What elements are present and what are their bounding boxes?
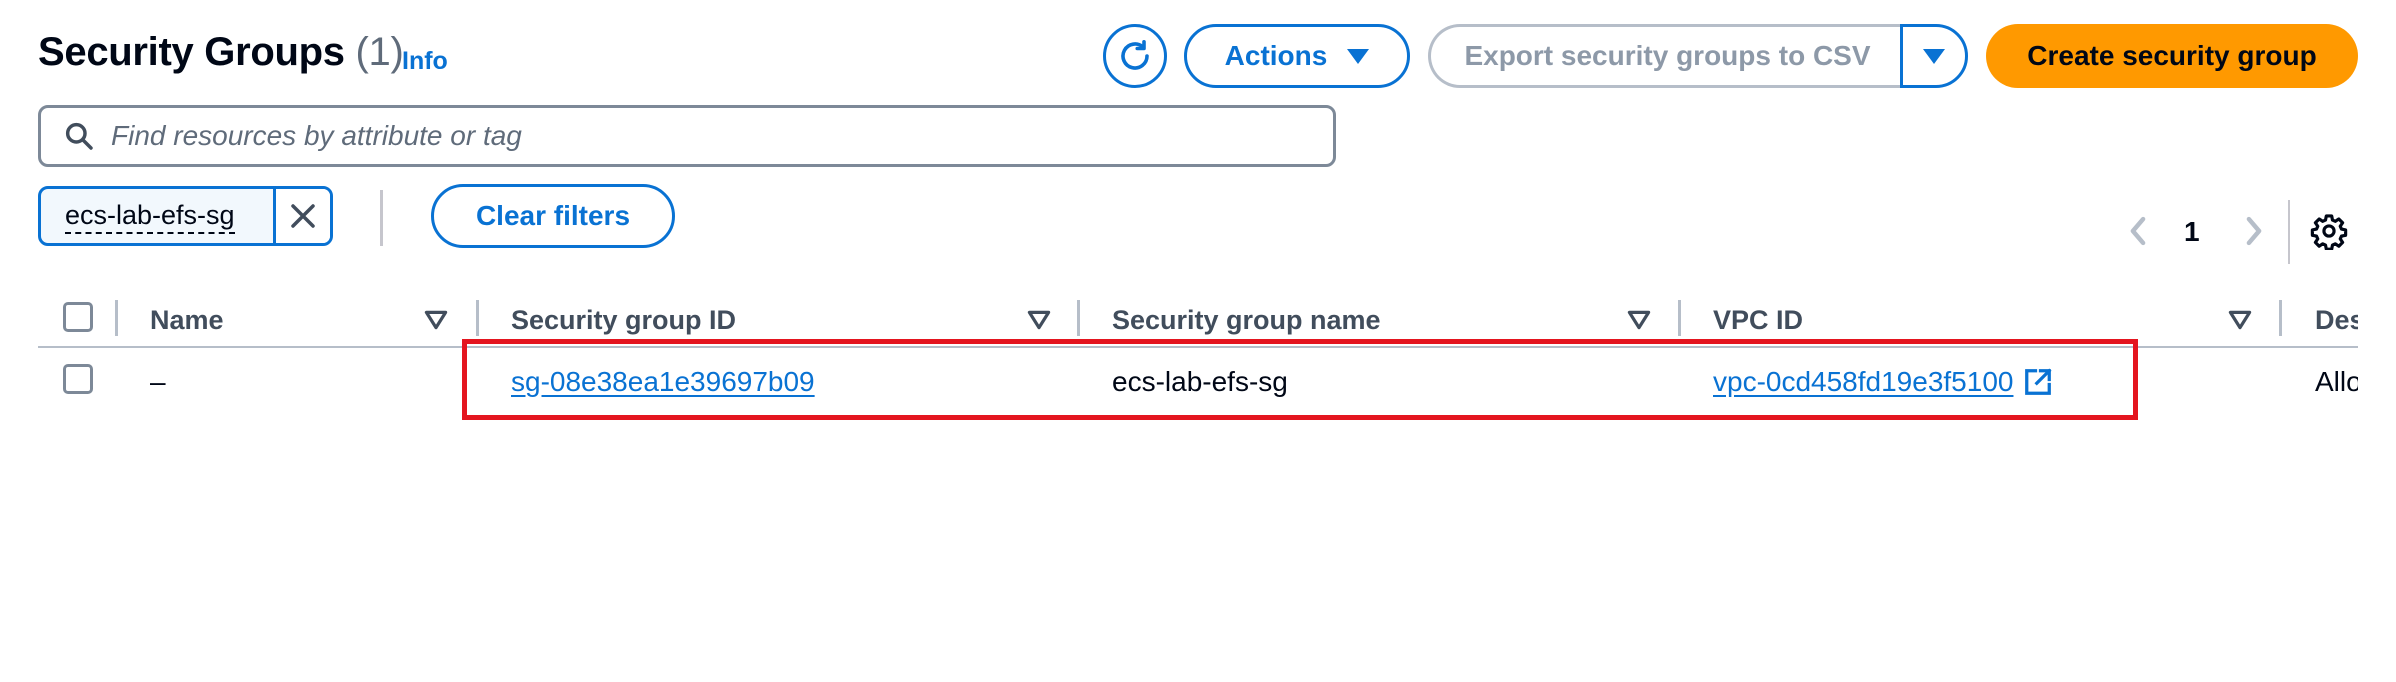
search-icon [49,120,109,152]
previous-page-button[interactable] [2124,214,2152,253]
column-divider[interactable] [1678,300,1681,336]
column-header-security-group-name[interactable]: Security group name [1112,300,1381,340]
sort-icon[interactable] [1627,310,1651,330]
caret-down-icon [1347,48,1370,64]
clear-filters-label: Clear filters [475,200,631,231]
refresh-icon [1121,39,1149,70]
actions-label: Actions [1224,40,1328,71]
remove-filter-button[interactable] [273,189,330,243]
refresh-button[interactable] [1103,24,1167,88]
search-input[interactable] [109,120,1333,152]
export-options-dropdown[interactable] [1900,24,1968,88]
current-page[interactable]: 1 [2184,216,2200,248]
highlight-box [462,339,2138,420]
clear-filters-button[interactable]: Clear filters [431,184,675,248]
filter-token-label: ecs-lab-efs-sg [41,189,273,243]
column-divider [115,300,118,336]
column-header-description[interactable]: Des [2315,300,2358,340]
filter-divider [380,190,383,246]
sort-icon[interactable] [1027,310,1051,330]
close-icon [291,204,315,228]
caret-down-icon [1923,48,1945,64]
export-csv-button[interactable]: Export security groups to CSV [1428,24,1904,88]
next-page-button[interactable] [2240,214,2268,253]
filter-token: ecs-lab-efs-sg [38,186,333,246]
chevron-right-icon [2246,216,2262,246]
cell-description: Allo [2315,366,2358,397]
create-security-group-label: Create security group [2027,40,2317,71]
cell-name: – [150,366,166,397]
info-link[interactable]: Info [402,47,448,76]
column-header-security-group-id[interactable]: Security group ID [511,300,736,340]
column-divider[interactable] [476,300,479,336]
column-divider[interactable] [1077,300,1080,336]
resource-count: (1) [355,30,404,74]
filter-token-text: ecs-lab-efs-sg [65,198,235,234]
search-field[interactable] [38,105,1336,167]
page-title: Security Groups (1) [38,30,404,75]
sort-icon[interactable] [424,310,448,330]
page-title-text: Security Groups [38,30,345,74]
chevron-left-icon [2130,216,2146,246]
column-divider[interactable] [2279,300,2282,336]
sort-icon[interactable] [2228,310,2252,330]
create-security-group-button[interactable]: Create security group [1986,24,2358,88]
table-preferences-button[interactable] [2310,212,2348,255]
actions-dropdown-button[interactable]: Actions [1184,24,1410,88]
column-header-vpc-id[interactable]: VPC ID [1713,300,1803,340]
settings-icon [2310,214,2348,251]
column-header-name[interactable]: Name [150,300,224,340]
row-select-checkbox[interactable] [63,364,93,394]
select-all-checkbox[interactable] [63,302,93,332]
pagination-divider [2288,200,2290,264]
export-csv-label: Export security groups to CSV [1464,40,1871,71]
